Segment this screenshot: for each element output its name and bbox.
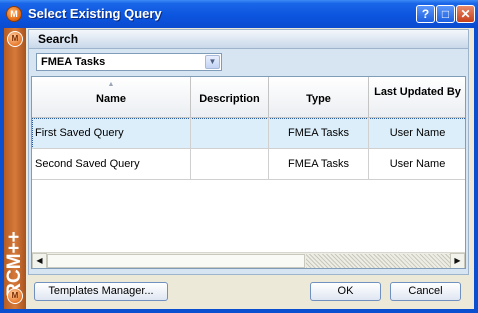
sort-up-icon: ▲ [107, 81, 115, 88]
chevron-down-icon[interactable]: ▼ [205, 55, 220, 69]
column-header-description[interactable]: Description [191, 77, 269, 118]
search-header: Search [29, 30, 468, 49]
brand-text: RCM++ [4, 231, 25, 297]
column-header-label: Name [96, 93, 126, 105]
column-header-type[interactable]: Type [269, 77, 369, 118]
brand-sidebar: M RCM++ M [4, 28, 26, 309]
help-button[interactable]: ? [416, 5, 435, 23]
cell-description [191, 118, 269, 149]
dialog-window: M Select Existing Query ? □ ✕ M RCM++ M … [0, 0, 478, 313]
cell-type: FMEA Tasks [269, 149, 369, 180]
query-table: ▲ Name Description Type Last Updated By … [31, 76, 466, 269]
table-row[interactable]: Second Saved Query FMEA Tasks User Name [32, 149, 465, 180]
maximize-button[interactable]: □ [436, 5, 455, 23]
cell-description [191, 149, 269, 180]
close-button[interactable]: ✕ [456, 5, 475, 23]
query-type-dropdown[interactable]: FMEA Tasks ▼ [36, 53, 222, 71]
scroll-left-icon[interactable]: ◀ [32, 253, 47, 268]
cell-type: FMEA Tasks [269, 118, 369, 149]
query-type-value: FMEA Tasks [41, 56, 106, 68]
cell-name: Second Saved Query [32, 149, 191, 180]
close-icon: ✕ [460, 7, 471, 21]
sidebar-logo-icon: M [7, 31, 23, 47]
column-header-label: Last Updated By [374, 86, 461, 98]
scroll-track[interactable] [306, 254, 450, 268]
search-header-label: Search [38, 32, 79, 46]
scroll-right-icon[interactable]: ▶ [450, 253, 465, 268]
column-header-label: Type [306, 93, 331, 105]
sidebar-logo-bottom-icon: M [7, 288, 23, 304]
column-header-label: Description [199, 93, 260, 105]
column-header-last-updated-by[interactable]: Last Updated By [369, 77, 465, 118]
cell-name: First Saved Query [32, 118, 191, 149]
search-panel: Search FMEA Tasks ▼ ▲ Name Description T… [28, 29, 469, 275]
scroll-thumb[interactable] [47, 254, 305, 268]
table-row[interactable]: First Saved Query FMEA Tasks User Name [32, 118, 465, 149]
title-bar[interactable]: M Select Existing Query ? □ ✕ [0, 0, 478, 28]
templates-manager-button[interactable]: Templates Manager... [34, 282, 168, 301]
window-title: Select Existing Query [28, 6, 162, 21]
help-icon: ? [421, 7, 430, 21]
cancel-button[interactable]: Cancel [390, 282, 461, 301]
ok-button[interactable]: OK [310, 282, 381, 301]
dialog-body: M RCM++ M Search FMEA Tasks ▼ ▲ Name Des… [4, 28, 474, 309]
app-logo-icon: M [6, 6, 22, 22]
column-header-name[interactable]: ▲ Name [32, 77, 191, 118]
cell-last-updated-by: User Name [369, 149, 465, 180]
maximize-icon: □ [441, 7, 450, 21]
horizontal-scrollbar[interactable]: ◀ ▶ [32, 252, 465, 268]
cell-last-updated-by: User Name [369, 118, 465, 149]
